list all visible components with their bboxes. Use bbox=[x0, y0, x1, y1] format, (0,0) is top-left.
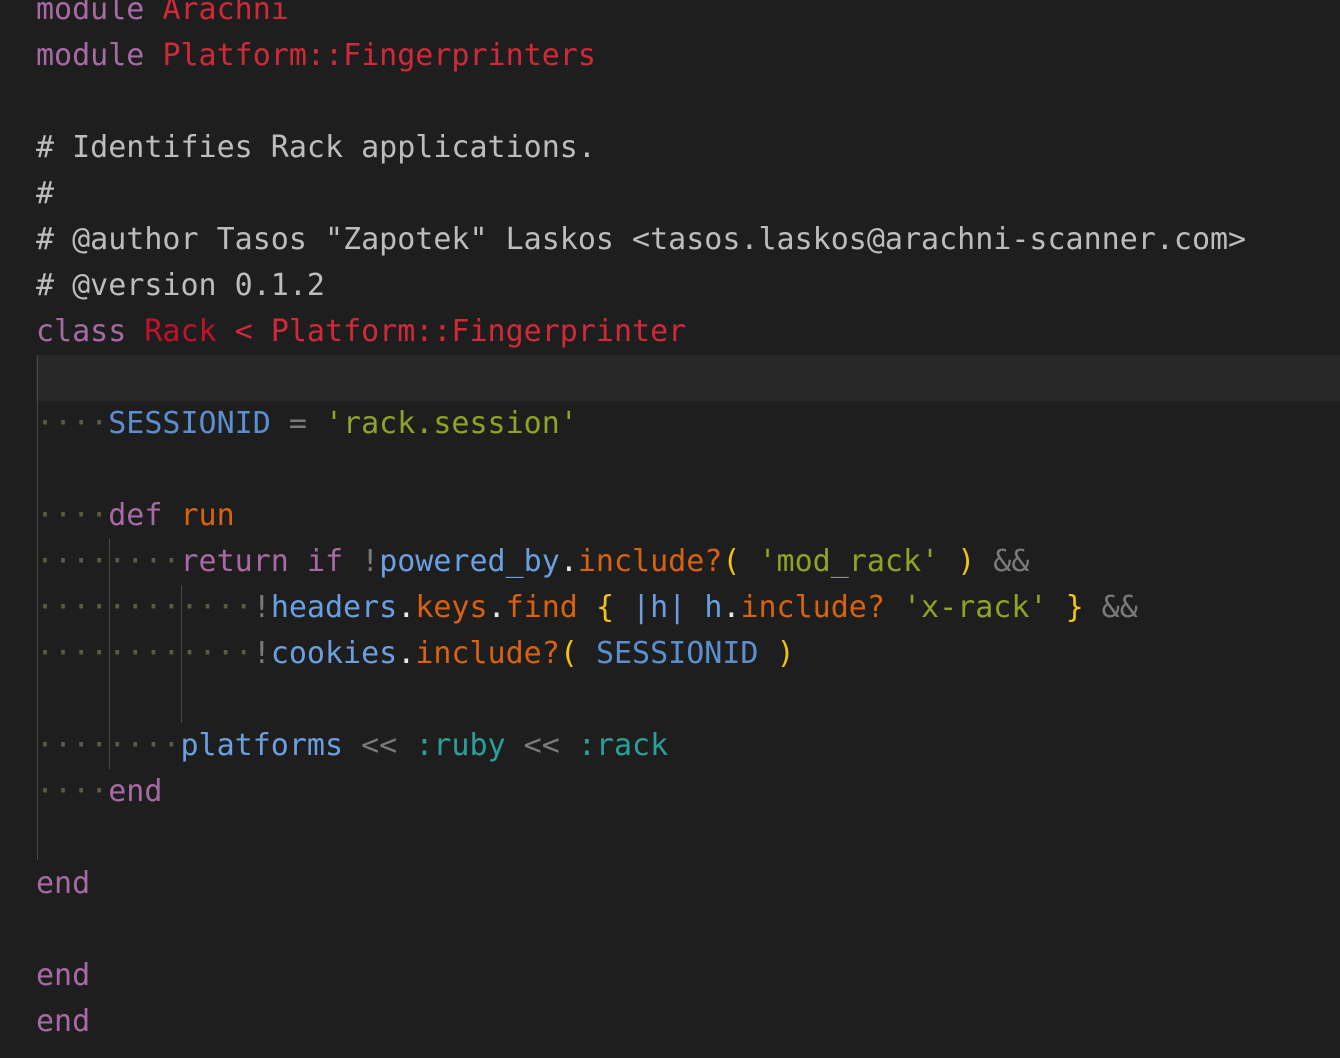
code-editor[interactable]: module Arachni module Platform::Fingerpr… bbox=[0, 0, 1340, 1058]
constant-token: SESSIONID bbox=[595, 636, 759, 671]
keyword-token: module bbox=[36, 0, 145, 27]
code-line: # @author Tasos "Zapotek" Laskos <tasos.… bbox=[0, 217, 1340, 263]
namespace-token: Platform:: bbox=[162, 38, 344, 73]
operator-token: << bbox=[505, 728, 578, 763]
method-token: include? bbox=[577, 544, 723, 579]
paren-token: ) bbox=[957, 544, 976, 579]
code-line: module Platform::Fingerprinters bbox=[0, 33, 1340, 79]
module-name-token: Arachni bbox=[162, 0, 289, 27]
brace-token: { bbox=[595, 590, 614, 625]
code-line: ····SESSIONID = 'rack.session' bbox=[0, 401, 1340, 447]
symbol-token: :ruby bbox=[415, 728, 506, 763]
code-line: ············!headers.keys.find { |h| h.i… bbox=[0, 585, 1340, 631]
paren-token: ) bbox=[776, 636, 795, 671]
current-line-highlight bbox=[36, 355, 1340, 401]
operator-token: ! bbox=[343, 544, 380, 579]
method-token: include? bbox=[415, 636, 560, 671]
symbol-token: :rack bbox=[577, 728, 669, 763]
code-line: end bbox=[0, 953, 1340, 999]
keyword-token: end bbox=[108, 774, 163, 809]
method-token: find bbox=[505, 590, 578, 625]
comment-token: # bbox=[36, 176, 55, 211]
constant-token: SESSIONID bbox=[108, 406, 271, 441]
operator-token: ! bbox=[252, 636, 271, 671]
keyword-token: end bbox=[36, 866, 91, 901]
comment-token: # @version 0.1.2 bbox=[36, 268, 325, 303]
brace-token: } bbox=[1065, 590, 1084, 625]
code-line: # @version 0.1.2 bbox=[0, 263, 1340, 309]
paren-token: ( bbox=[722, 544, 741, 579]
identifier-token: headers bbox=[270, 590, 398, 625]
dot-token: . bbox=[397, 636, 416, 671]
method-token: keys bbox=[415, 590, 488, 625]
comment-token: # @author Tasos "Zapotek" Laskos <tasos.… bbox=[36, 222, 1247, 257]
whitespace-marker: ············ bbox=[36, 590, 253, 625]
class-name-token: Rack bbox=[144, 314, 217, 349]
code-line: ········return if !powered_by.include?( … bbox=[0, 539, 1340, 585]
keyword-token: module bbox=[36, 38, 145, 73]
whitespace-marker: ········ bbox=[36, 544, 181, 579]
paren-token: ( bbox=[559, 636, 578, 671]
code-line: end bbox=[0, 861, 1340, 907]
code-line: ····end bbox=[0, 769, 1340, 815]
block-param-token: |h| bbox=[632, 590, 687, 625]
code-line: end bbox=[0, 999, 1340, 1045]
operator-token: ! bbox=[252, 590, 271, 625]
dot-token: . bbox=[559, 544, 578, 579]
code-line: # bbox=[0, 171, 1340, 217]
operator-token: && bbox=[1083, 590, 1138, 625]
string-token: 'rack.session' bbox=[325, 406, 578, 441]
code-line: module Arachni bbox=[0, 0, 1340, 33]
keyword-token: if bbox=[306, 544, 344, 579]
dot-token: . bbox=[397, 590, 416, 625]
identifier-token: cookies bbox=[270, 636, 398, 671]
superclass-token: Platform::Fingerprinter bbox=[270, 314, 687, 349]
whitespace-marker: ···· bbox=[36, 406, 109, 441]
keyword-token: def bbox=[108, 498, 163, 533]
operator-token: << bbox=[343, 728, 416, 763]
identifier-token: platforms bbox=[180, 728, 344, 763]
module-name-token: Fingerprinters bbox=[343, 38, 596, 73]
comment-token: # Identifies Rack applications. bbox=[36, 130, 596, 165]
string-token: 'mod_rack' bbox=[758, 544, 940, 579]
dot-token: . bbox=[722, 590, 741, 625]
method-token: include? bbox=[740, 590, 885, 625]
whitespace-marker: ········ bbox=[36, 728, 181, 763]
keyword-token: end bbox=[36, 1004, 91, 1039]
method-name-token: run bbox=[180, 498, 235, 533]
whitespace-marker: ···· bbox=[36, 774, 109, 809]
code-line: ········platforms << :ruby << :rack bbox=[0, 723, 1340, 769]
operator-token: = bbox=[270, 406, 325, 441]
keyword-token: class bbox=[36, 314, 127, 349]
string-token: 'x-rack' bbox=[903, 590, 1048, 625]
code-line: # Identifies Rack applications. bbox=[0, 125, 1340, 171]
whitespace-marker: ············ bbox=[36, 636, 253, 671]
keyword-token: end bbox=[36, 958, 91, 993]
identifier-token: h bbox=[704, 590, 723, 625]
code-line: ············!cookies.include?( SESSIONID… bbox=[0, 631, 1340, 677]
code-line: ····def run bbox=[0, 493, 1340, 539]
operator-token: < bbox=[216, 314, 271, 349]
dot-token: . bbox=[487, 590, 506, 625]
code-line: class Rack < Platform::Fingerprinter bbox=[0, 309, 1340, 355]
keyword-token: return bbox=[180, 544, 289, 579]
operator-token: && bbox=[975, 544, 1030, 579]
whitespace-marker: ···· bbox=[36, 498, 109, 533]
identifier-token: powered_by bbox=[379, 544, 560, 579]
